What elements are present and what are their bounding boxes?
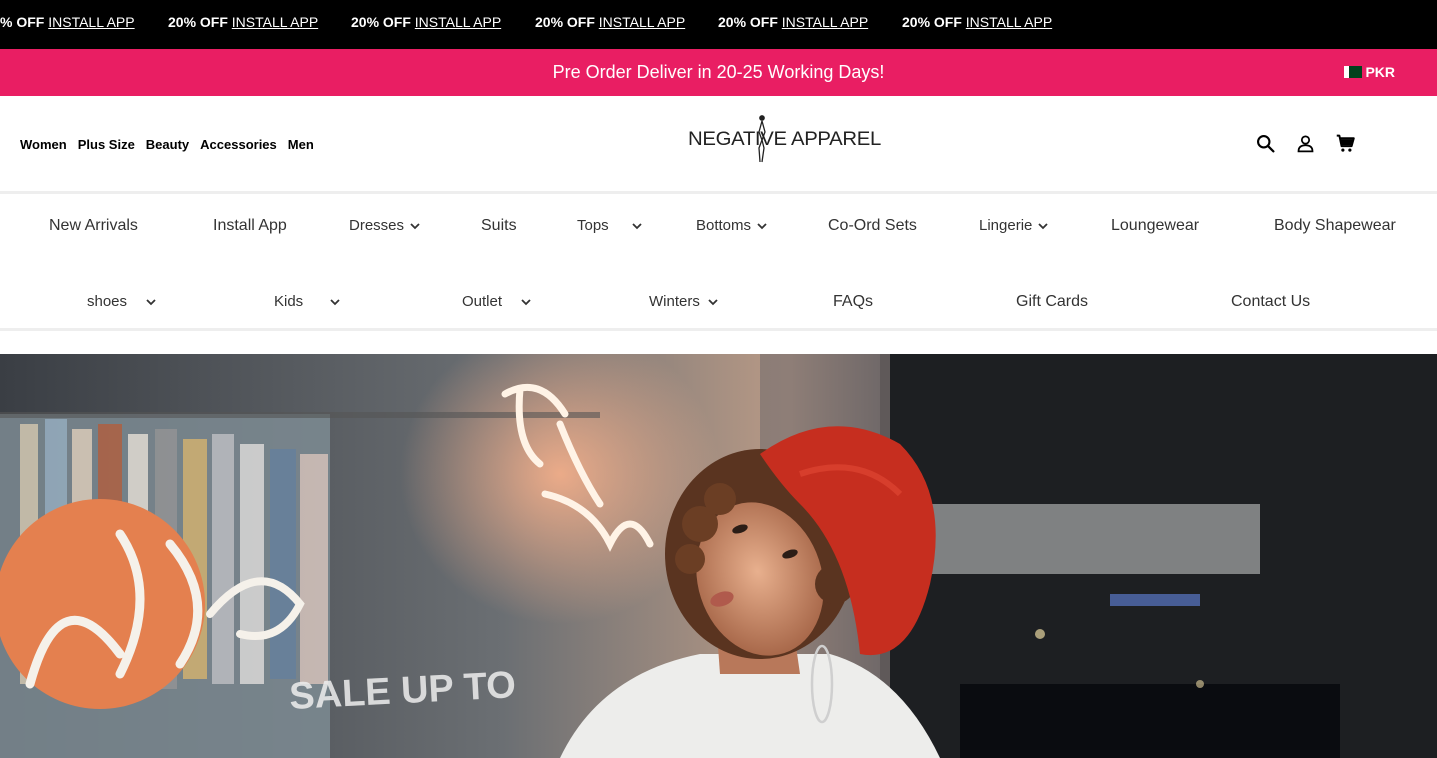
header-icons — [1255, 133, 1356, 154]
nav-men[interactable]: Men — [288, 137, 314, 152]
install-app-link[interactable]: INSTALL APP — [48, 14, 134, 30]
menu-contact-us[interactable]: Contact Us — [1231, 293, 1310, 311]
nav-accessories[interactable]: Accessories — [200, 137, 277, 152]
chevron-down-icon — [146, 298, 156, 305]
currency-label: PKR — [1365, 64, 1395, 80]
ticker-item: 20% OFF INSTALL APP — [718, 14, 868, 30]
menu-shoes[interactable]: shoes — [87, 293, 156, 310]
install-app-link[interactable]: INSTALL APP — [966, 14, 1052, 30]
menu-label: Outlet — [462, 293, 503, 310]
ticker-offer: 20% OFF — [168, 14, 228, 30]
pakistan-flag-icon — [1344, 66, 1363, 78]
menu-winters[interactable]: Winters — [649, 293, 718, 310]
top-category-nav: Women Plus Size Beauty Accessories Men — [20, 137, 314, 152]
chevron-down-icon — [632, 222, 642, 229]
menu-loungewear[interactable]: Loungewear — [1111, 217, 1199, 235]
cart-icon[interactable] — [1335, 133, 1356, 154]
menu-install-app[interactable]: Install App — [213, 217, 287, 235]
install-app-link[interactable]: INSTALL APP — [232, 14, 318, 30]
nav-women[interactable]: Women — [20, 137, 67, 152]
menu-label: Co-Ord Sets — [828, 217, 917, 234]
menu-kids[interactable]: Kids — [274, 293, 340, 310]
promo-bar: Pre Order Deliver in 20-25 Working Days!… — [0, 49, 1437, 96]
hero-banner[interactable]: SALE UP TO — [0, 354, 1437, 758]
search-icon[interactable] — [1255, 133, 1276, 154]
menu-co-ord-sets[interactable]: Co-Ord Sets — [828, 217, 917, 235]
menu-new-arrivals[interactable]: New Arrivals — [49, 217, 138, 235]
nav-beauty[interactable]: Beauty — [146, 137, 189, 152]
menu-label: Body Shapewear — [1274, 217, 1396, 234]
menu-label: Winters — [649, 293, 700, 310]
menu-faqs[interactable]: FAQs — [833, 293, 873, 311]
menu-label: Bottoms — [696, 217, 752, 234]
main-menu: New Arrivals Install App Dresses Suits T… — [0, 194, 1437, 331]
menu-label: New Arrivals — [49, 217, 138, 234]
menu-label: Dresses — [349, 217, 405, 234]
ticker-offer: 20% OFF — [902, 14, 962, 30]
ticker-item: % OFF INSTALL APP — [0, 14, 135, 30]
menu-label: Contact Us — [1231, 293, 1311, 310]
menu-suits[interactable]: Suits — [481, 217, 517, 235]
chevron-down-icon — [521, 298, 531, 305]
chevron-down-icon — [708, 298, 718, 305]
announcement-ticker: % OFF INSTALL APP 20% OFF INSTALL APP 20… — [0, 0, 1437, 49]
menu-label: Tops — [577, 217, 609, 234]
ticker-offer: % OFF — [0, 14, 45, 30]
menu-label: Loungewear — [1111, 217, 1200, 234]
install-app-link[interactable]: INSTALL APP — [415, 14, 501, 30]
menu-label: Gift Cards — [1016, 293, 1089, 310]
menu-dresses[interactable]: Dresses — [349, 217, 420, 234]
install-app-link[interactable]: INSTALL APP — [599, 14, 685, 30]
promo-message: Pre Order Deliver in 20-25 Working Days! — [552, 62, 885, 82]
menu-label: shoes — [87, 293, 128, 310]
chevron-down-icon — [757, 222, 767, 229]
ticker-offer: 20% OFF — [535, 14, 595, 30]
account-icon[interactable] — [1295, 133, 1316, 154]
ticker-item: 20% OFF INSTALL APP — [902, 14, 1052, 30]
menu-outlet[interactable]: Outlet — [462, 293, 531, 310]
ticker-offer: 20% OFF — [351, 14, 411, 30]
menu-label: Install App — [213, 217, 287, 234]
ticker-item: 20% OFF INSTALL APP — [535, 14, 685, 30]
menu-bottoms[interactable]: Bottoms — [696, 217, 767, 234]
menu-label: Suits — [481, 217, 517, 234]
chevron-down-icon — [330, 298, 340, 305]
menu-gift-cards[interactable]: Gift Cards — [1016, 293, 1088, 311]
logo-text: NEGATIVE APPAREL — [688, 129, 881, 150]
menu-label: Lingerie — [979, 217, 1033, 234]
menu-label: Kids — [274, 293, 304, 310]
currency-selector[interactable]: PKR — [1344, 64, 1395, 80]
ticker-item: 20% OFF INSTALL APP — [351, 14, 501, 30]
menu-label: FAQs — [833, 293, 874, 310]
site-header: Women Plus Size Beauty Accessories Men N… — [0, 96, 1437, 194]
hero-image: SALE UP TO — [0, 354, 1437, 758]
chevron-down-icon — [1038, 222, 1049, 229]
menu-lingerie[interactable]: Lingerie — [979, 217, 1049, 234]
menu-body-shapewear[interactable]: Body Shapewear — [1274, 217, 1396, 235]
install-app-link[interactable]: INSTALL APP — [782, 14, 868, 30]
ticker-item: 20% OFF INSTALL APP — [168, 14, 318, 30]
ticker-offer: 20% OFF — [718, 14, 778, 30]
nav-plus-size[interactable]: Plus Size — [78, 137, 135, 152]
menu-tops[interactable]: Tops — [577, 217, 642, 234]
chevron-down-icon — [410, 222, 420, 229]
site-logo[interactable]: NEGATIVE APPAREL — [688, 114, 883, 166]
